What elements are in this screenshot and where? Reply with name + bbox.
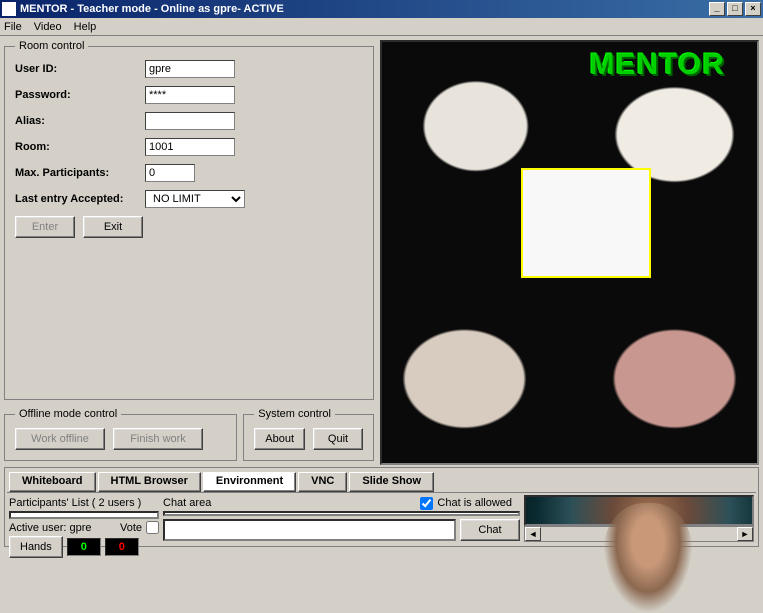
chat-button[interactable]: Chat [460, 519, 520, 541]
video-feed [524, 495, 754, 526]
system-control-group: System control About Quit [243, 408, 374, 461]
app-icon [2, 2, 16, 16]
exit-button[interactable]: Exit [83, 216, 143, 238]
user-id-input[interactable] [145, 60, 235, 78]
password-label: Password: [15, 89, 145, 101]
menu-video[interactable]: Video [34, 21, 62, 33]
last-entry-select[interactable]: NO LIMIT [145, 190, 245, 208]
mentor-logo-text: MENTOR [590, 48, 725, 82]
about-button[interactable]: About [254, 428, 305, 450]
hands-green-count: 0 [67, 538, 101, 556]
alias-input[interactable] [145, 112, 235, 130]
max-participants-input[interactable] [145, 164, 195, 182]
max-participants-label: Max. Participants: [15, 167, 145, 179]
enter-button[interactable]: Enter [15, 216, 75, 238]
menu-file[interactable]: File [4, 21, 22, 33]
tab-whiteboard[interactable]: Whiteboard [9, 472, 96, 492]
system-control-legend: System control [254, 408, 335, 420]
chat-area[interactable] [163, 511, 520, 516]
preview-pane: MENTOR [380, 40, 759, 465]
menubar: File Video Help [0, 18, 763, 36]
mentor-center-window [521, 168, 651, 278]
alias-label: Alias: [15, 115, 145, 127]
work-offline-button[interactable]: Work offline [15, 428, 105, 450]
menu-help[interactable]: Help [74, 21, 97, 33]
mentor-image: MENTOR [382, 42, 757, 463]
participants-list[interactable]: gpre ( )(1001) sver ( ) [9, 511, 159, 519]
video-column: ◄ ► [524, 495, 754, 542]
participants-column: Participants' List ( 2 users ) gpre ( )(… [9, 495, 159, 542]
chat-header: Chat area [163, 495, 420, 511]
tab-html-browser[interactable]: HTML Browser [98, 472, 201, 492]
vote-checkbox[interactable] [146, 521, 159, 534]
user-online-icon [14, 517, 26, 519]
scroll-left-icon[interactable]: ◄ [525, 527, 541, 541]
participant-label: gpre ( )(1001) [29, 516, 98, 519]
top-row: Room control User ID: Password: Alias: R… [4, 40, 759, 465]
offline-control-group: Offline mode control Work offline Finish… [4, 408, 237, 461]
tab-vnc[interactable]: VNC [298, 472, 347, 492]
titlebar: MENTOR - Teacher mode - Online as gpre- … [0, 0, 763, 18]
quit-button[interactable]: Quit [313, 428, 363, 450]
offline-control-legend: Offline mode control [15, 408, 121, 420]
room-label: Room: [15, 141, 145, 153]
tab-environment[interactable]: Environment [203, 472, 296, 492]
video-person [603, 503, 693, 613]
tabs: Whiteboard HTML Browser Environment VNC … [7, 470, 756, 492]
content: Room control User ID: Password: Alias: R… [0, 36, 763, 551]
room-control-legend: Room control [15, 40, 88, 52]
maximize-button[interactable]: □ [727, 2, 743, 16]
vote-label: Vote [120, 522, 142, 534]
hands-red-count: 0 [105, 538, 139, 556]
last-entry-label: Last entry Accepted: [15, 193, 145, 205]
list-item[interactable]: gpre ( )(1001) [13, 515, 155, 519]
lower-body: Participants' List ( 2 users ) gpre ( )(… [7, 492, 756, 544]
tab-slide-show[interactable]: Slide Show [349, 472, 434, 492]
participants-header: Participants' List ( 2 users ) [9, 495, 159, 511]
chat-column: Chat area Chat is allowed Chat [163, 495, 520, 542]
finish-work-button[interactable]: Finish work [113, 428, 203, 450]
chat-allowed-checkbox[interactable] [420, 497, 433, 510]
room-control-group: Room control User ID: Password: Alias: R… [4, 40, 374, 400]
window-controls: _ □ × [709, 2, 761, 16]
password-input[interactable] [145, 86, 235, 104]
chat-allowed-label: Chat is allowed [437, 497, 512, 509]
active-user-label: Active user: gpre [9, 522, 116, 534]
close-button[interactable]: × [745, 2, 761, 16]
user-id-label: User ID: [15, 63, 145, 75]
lower-panel: Whiteboard HTML Browser Environment VNC … [4, 467, 759, 547]
titlebar-text: MENTOR - Teacher mode - Online as gpre- … [20, 3, 709, 15]
hands-button[interactable]: Hands [9, 536, 63, 558]
minimize-button[interactable]: _ [709, 2, 725, 16]
chat-input[interactable] [163, 519, 456, 541]
room-input[interactable] [145, 138, 235, 156]
scroll-right-icon[interactable]: ► [737, 527, 753, 541]
